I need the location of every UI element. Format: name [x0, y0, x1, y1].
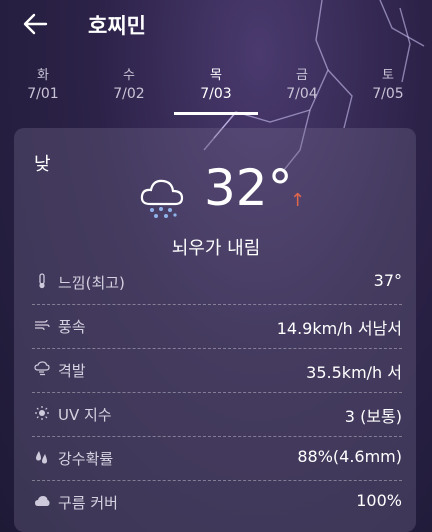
top-bar: 호찌민 — [0, 0, 432, 52]
temperature-trend-arrow-icon: ↑ — [290, 190, 306, 211]
detail-label: 풍속 — [58, 318, 86, 336]
gust-icon — [34, 361, 50, 376]
sun-icon — [35, 406, 49, 420]
thermometer-icon — [39, 273, 45, 289]
detail-value: 100% — [356, 491, 402, 510]
tab-day-of-week: 목 — [210, 68, 222, 83]
detail-row-gust: 격발 35.5km/h 서 — [32, 348, 402, 393]
detail-value: 35.5km/h 서 — [306, 363, 402, 382]
detail-label: UV 지수 — [58, 406, 112, 424]
weather-condition: 뇌우가 내림 — [171, 238, 261, 259]
detail-value: 3 (보통) — [344, 407, 402, 426]
detail-row-uv-index: UV 지수 3 (보통) — [32, 392, 402, 437]
detail-row-wind-speed: 풍속 14.9km/h 서남서 — [32, 304, 402, 349]
detail-row-feels-like: 느낌(최고) 37° — [32, 260, 402, 305]
tab-date: 7/03 — [200, 86, 232, 102]
back-arrow-icon[interactable] — [22, 12, 50, 36]
raindrops-icon — [36, 451, 47, 464]
tab-date: 7/04 — [286, 86, 318, 102]
tab-date: 7/01 — [27, 86, 59, 102]
tab-day-2[interactable]: 수 7/02 — [86, 64, 172, 102]
detail-row-precipitation: 강수확률 88%(4.6mm) — [32, 436, 402, 481]
tab-day-of-week: 토 — [382, 68, 394, 83]
detail-label: 느낌(최고) — [58, 274, 125, 292]
detail-value: 88%(4.6mm) — [297, 447, 402, 466]
tab-day-4[interactable]: 금 7/04 — [259, 64, 345, 102]
detail-row-cloud-cover: 구름 커버 100% — [32, 480, 402, 524]
tab-day-of-week: 수 — [123, 68, 135, 83]
tab-day-1[interactable]: 화 7/01 — [0, 64, 86, 102]
tab-date: 7/02 — [113, 86, 145, 102]
detail-value: 37° — [373, 271, 402, 290]
tab-day-5[interactable]: 토 7/05 — [345, 64, 431, 102]
detail-value: 14.9km/h 서남서 — [276, 319, 402, 338]
page-title: 호찌민 — [88, 14, 146, 38]
tab-day-of-week: 화 — [37, 68, 49, 83]
wind-icon — [35, 319, 50, 331]
detail-label: 구름 커버 — [58, 494, 118, 512]
tab-date: 7/05 — [372, 86, 404, 102]
detail-label: 강수확률 — [58, 450, 114, 468]
thunderstorm-cloud-icon — [140, 179, 184, 218]
period-label: 낮 — [34, 154, 51, 175]
tab-day-of-week: 금 — [296, 68, 308, 83]
selected-tab-indicator — [174, 112, 258, 115]
temperature: 32° — [204, 159, 293, 217]
day-tabs: 화 7/01 수 7/02 목 7/03 금 7/04 토 7/05 — [0, 64, 432, 116]
detail-label: 격발 — [58, 362, 86, 380]
tab-day-3-selected[interactable]: 목 7/03 — [173, 64, 259, 102]
cloud-icon — [35, 496, 50, 506]
